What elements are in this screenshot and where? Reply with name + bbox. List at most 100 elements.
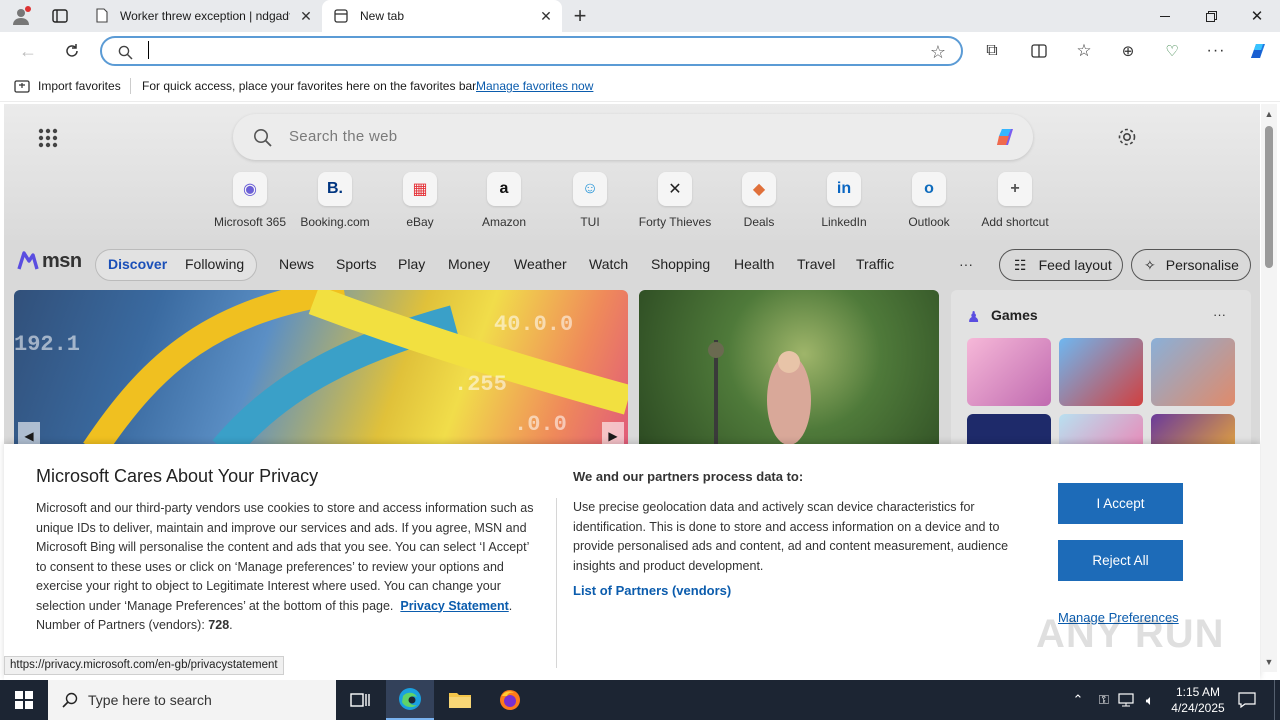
settings-more-icon[interactable]: ···: [1204, 39, 1228, 63]
shortcut-label: Amazon: [481, 215, 527, 229]
nav-tab-weather[interactable]: Weather: [514, 256, 567, 272]
shortcut-outlook[interactable]: o Outlook: [887, 172, 971, 232]
shortcut-microsoft-365[interactable]: ◉ Microsoft 365: [208, 172, 292, 232]
tab-new-tab[interactable]: New tab ✕: [322, 0, 562, 32]
volume-icon[interactable]: 🔈︎: [1140, 690, 1160, 710]
shortcut-icon: B.: [318, 172, 352, 206]
feed-layout-label: Feed layout: [1038, 257, 1112, 273]
restore-icon[interactable]: [1188, 0, 1234, 32]
collections-icon[interactable]: ⊕: [1116, 39, 1140, 63]
favorites-bar: Import favorites For quick access, place…: [0, 70, 1280, 102]
show-desktop-strip[interactable]: [1274, 680, 1280, 720]
scroll-up-icon[interactable]: ▲: [1261, 108, 1277, 120]
new-tab-plus-icon[interactable]: +: [568, 3, 592, 28]
firefox-icon[interactable]: [486, 680, 534, 720]
page-settings-gear-icon[interactable]: [1114, 124, 1140, 150]
refresh-icon[interactable]: [58, 38, 86, 64]
status-url-bubble: https://privacy.microsoft.com/en-gb/priv…: [4, 656, 284, 675]
app-launcher-icon[interactable]: [38, 128, 58, 148]
tab-actions-icon[interactable]: [48, 6, 72, 26]
personalise-button[interactable]: ✧ Personalise: [1131, 249, 1251, 281]
nav-tab-traffic[interactable]: Traffic: [856, 256, 894, 272]
shortcut-booking-com[interactable]: B. Booking.com: [293, 172, 377, 232]
tray-chevron-icon[interactable]: ⌃: [1068, 690, 1088, 710]
shortcut-label: Deals: [743, 215, 775, 229]
copilot-icon[interactable]: [1245, 39, 1271, 63]
shortcut-icon: ◆: [742, 172, 776, 206]
reject-all-button[interactable]: Reject All: [1058, 540, 1183, 581]
favorites-icon[interactable]: ☆: [1072, 39, 1096, 63]
partners-list-link[interactable]: List of Partners (vendors): [573, 583, 731, 598]
shortcut-tui[interactable]: ☺ TUI: [548, 172, 632, 232]
shortcut-deals[interactable]: ◆ Deals: [717, 172, 801, 232]
web-search-box[interactable]: Search the web: [233, 114, 1033, 160]
split-screen-icon[interactable]: [1027, 39, 1051, 63]
privacy-title: Microsoft Cares About Your Privacy: [36, 466, 319, 486]
nav-tab-travel[interactable]: Travel: [797, 256, 835, 272]
game-tile[interactable]: [967, 338, 1051, 406]
shortcut-linkedin[interactable]: in LinkedIn: [802, 172, 886, 232]
address-input[interactable]: [148, 42, 908, 60]
nav-tab-play[interactable]: Play: [398, 256, 425, 272]
shortcut-label: Booking.com: [300, 215, 370, 229]
feed-layout-button[interactable]: ☷ Feed layout: [999, 249, 1123, 281]
privacy-statement-link[interactable]: Privacy Statement: [400, 599, 508, 613]
games-title: Games: [991, 307, 1038, 323]
notifications-icon[interactable]: [1236, 690, 1258, 710]
shortcut-icon: a: [487, 172, 521, 206]
nav-tab-discover[interactable]: Discover: [108, 256, 167, 272]
clock-date: 4/24/2025: [1171, 701, 1225, 715]
shortcut-label: Forty Thieves: [638, 215, 712, 229]
back-icon[interactable]: ←: [14, 38, 42, 64]
nav-tab-news[interactable]: News: [279, 256, 314, 272]
edge-taskbar-icon[interactable]: [386, 680, 434, 720]
partners-count-label: Number of Partners (vendors):: [36, 618, 205, 632]
news-card-image[interactable]: [639, 290, 939, 450]
nav-tab-money[interactable]: Money: [448, 256, 490, 272]
msn-logo[interactable]: msn: [16, 249, 82, 273]
nav-more-icon[interactable]: ···: [959, 256, 973, 272]
shortcut-ebay[interactable]: ▦ eBay: [378, 172, 462, 232]
close-icon[interactable]: ✕: [298, 8, 314, 24]
accept-button[interactable]: I Accept: [1058, 483, 1183, 524]
address-bar[interactable]: ☆: [100, 36, 963, 66]
shortcut-forty-thieves[interactable]: ✕ Forty Thieves: [633, 172, 717, 232]
personalise-label: Personalise: [1165, 257, 1239, 273]
nav-tab-sports[interactable]: Sports: [336, 256, 376, 272]
tab-worker-exception[interactable]: Worker threw exception | ndgadf ✕: [84, 0, 322, 32]
taskbar-clock[interactable]: 1:15 AM 4/24/2025: [1168, 684, 1228, 716]
shortcut-icon: in: [827, 172, 861, 206]
minimize-icon[interactable]: [1142, 0, 1188, 32]
copilot-icon[interactable]: [990, 123, 1020, 151]
window-close-icon[interactable]: ✕: [1234, 0, 1280, 32]
extensions-icon[interactable]: ⧉: [980, 39, 1004, 63]
favorite-star-icon[interactable]: ☆: [928, 42, 948, 62]
profile-icon[interactable]: [8, 4, 34, 28]
taskbar-search-box[interactable]: Type here to search: [48, 680, 336, 720]
nav-tab-health[interactable]: Health: [734, 256, 774, 272]
anyrun-watermark: ANY RUN: [1036, 612, 1225, 656]
scroll-down-icon[interactable]: ▼: [1261, 656, 1277, 668]
nav-tab-watch[interactable]: Watch: [589, 256, 628, 272]
browser-essentials-icon[interactable]: ♡: [1160, 39, 1184, 63]
import-favorites-icon[interactable]: [12, 77, 32, 95]
page-scrollbar[interactable]: ▲ ▼: [1261, 104, 1277, 672]
game-tile[interactable]: [1059, 338, 1143, 406]
shortcut-amazon[interactable]: a Amazon: [462, 172, 546, 232]
network-icon[interactable]: [1116, 690, 1136, 710]
windows-start-icon[interactable]: [0, 680, 48, 720]
nav-tab-following[interactable]: Following: [185, 256, 244, 272]
import-favorites-button[interactable]: Import favorites: [38, 79, 121, 93]
close-icon[interactable]: ✕: [538, 8, 554, 24]
nav-tab-shopping[interactable]: Shopping: [651, 256, 710, 272]
file-explorer-icon[interactable]: [436, 680, 484, 720]
shortcut-label: eBay: [406, 215, 434, 229]
games-more-icon[interactable]: ···: [1213, 307, 1226, 322]
task-view-icon[interactable]: [336, 680, 384, 720]
scroll-thumb[interactable]: [1265, 126, 1273, 268]
hero-news-image[interactable]: 192.1 40.0.0.255.0.0 ◀ ▶: [14, 290, 628, 450]
shortcut-add-shortcut[interactable]: + Add shortcut: [973, 172, 1057, 232]
tray-app-icon[interactable]: ⚿: [1094, 690, 1114, 710]
manage-favorites-link[interactable]: Manage favorites now: [476, 79, 593, 93]
game-tile[interactable]: [1151, 338, 1235, 406]
